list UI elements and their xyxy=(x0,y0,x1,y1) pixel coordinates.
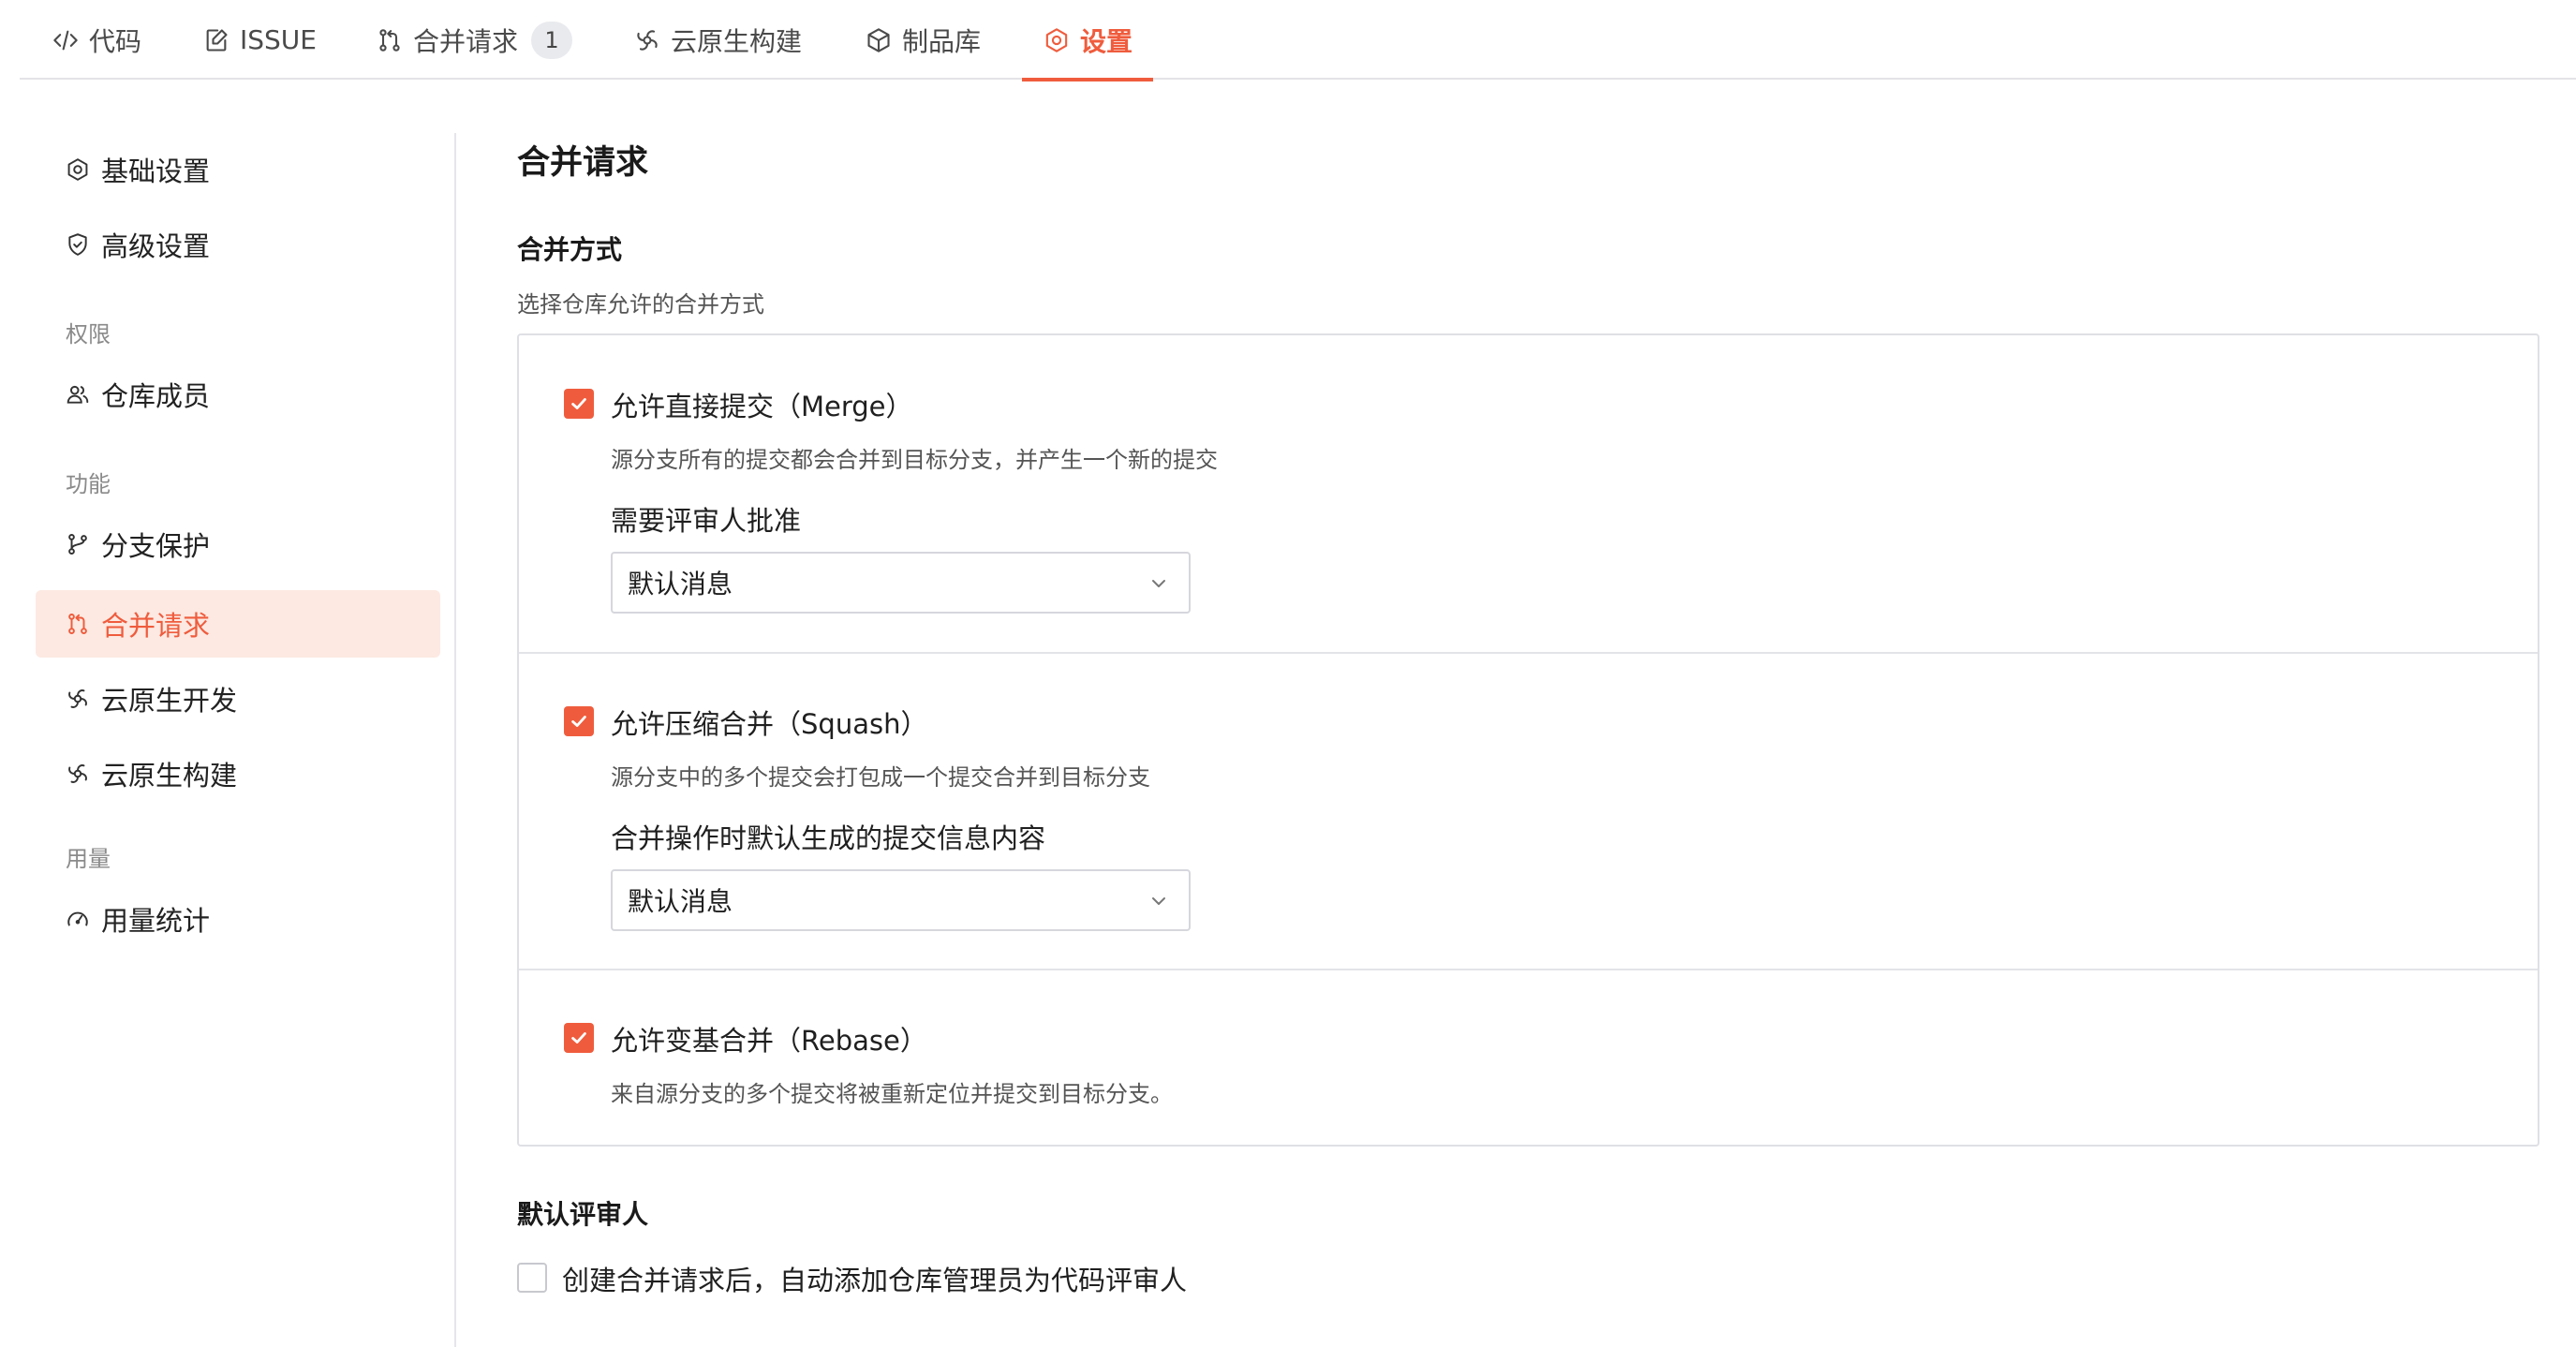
tab-label: 代码 xyxy=(89,25,142,57)
tab-label: 设置 xyxy=(1080,25,1133,57)
squash-message-label: 合并操作时默认生成的提交信息内容 xyxy=(611,822,1046,854)
rebase-option-title: 允许变基合并（Rebase） xyxy=(611,1025,927,1057)
tab-label: 合并请求 xyxy=(413,25,519,57)
branch-icon xyxy=(66,532,90,556)
sidebar-item-cloud-native-build[interactable]: 云原生构建 xyxy=(36,740,440,807)
rebase-checkbox[interactable] xyxy=(564,1023,594,1053)
sidebar-divider xyxy=(454,133,456,1347)
option-separator xyxy=(519,652,2538,654)
chevron-down-icon xyxy=(1152,580,1165,587)
sidebar-item-usage-stats[interactable]: 用量统计 xyxy=(36,885,440,953)
top-tab-bar: 代码 ISSUE 合并请求 1 云原生构建 制品库 设置 xyxy=(20,0,2576,81)
sidebar-item-branch-protection[interactable]: 分支保护 xyxy=(36,511,440,578)
tab-merge-requests[interactable]: 合并请求 1 xyxy=(376,0,573,80)
sidebar-item-advanced-settings[interactable]: 高级设置 xyxy=(36,211,440,278)
checkmark-icon xyxy=(571,1032,586,1044)
squash-option-title: 允许压缩合并（Squash） xyxy=(611,708,928,740)
tab-label: 云原生构建 xyxy=(671,25,803,57)
settings-icon xyxy=(1043,26,1071,54)
sidebar-item-label: 分支保护 xyxy=(101,530,211,562)
package-icon xyxy=(865,26,893,54)
merge-request-count-badge: 1 xyxy=(531,21,573,59)
merge-request-icon xyxy=(66,612,90,636)
members-icon xyxy=(66,382,90,407)
tab-cloud-native-build[interactable]: 云原生构建 xyxy=(633,0,802,80)
page-title: 合并请求 xyxy=(517,144,649,182)
sidebar-item-label: 用量统计 xyxy=(101,905,211,937)
merge-option-description: 源分支所有的提交都会合并到目标分支，并产生一个新的提交 xyxy=(611,447,1218,473)
tab-label: 制品库 xyxy=(902,25,982,57)
cloud-native-dev-icon xyxy=(66,687,90,711)
settings-icon xyxy=(66,157,90,182)
tab-label: ISSUE xyxy=(240,24,317,55)
sidebar-item-label: 高级设置 xyxy=(101,230,211,262)
sidebar-item-members[interactable]: 仓库成员 xyxy=(36,361,440,428)
sidebar-group-permissions: 权限 xyxy=(66,321,111,348)
sidebar-item-merge-requests[interactable]: 合并请求 xyxy=(36,590,440,658)
tab-artifacts[interactable]: 制品库 xyxy=(865,0,981,80)
merge-option-title: 允许直接提交（Merge） xyxy=(611,391,913,422)
issue-icon xyxy=(202,26,230,54)
sidebar-item-label: 云原生构建 xyxy=(101,760,238,792)
merge-methods-panel: 允许直接提交（Merge） 源分支所有的提交都会合并到目标分支，并产生一个新的提… xyxy=(517,333,2539,1147)
auto-add-reviewer-checkbox[interactable] xyxy=(517,1263,547,1293)
select-value: 默认消息 xyxy=(628,569,733,599)
squash-checkbox[interactable] xyxy=(564,706,594,736)
merge-method-title: 合并方式 xyxy=(517,234,623,265)
merge-request-icon xyxy=(376,26,404,54)
default-reviewer-title: 默认评审人 xyxy=(517,1199,649,1230)
chevron-down-icon xyxy=(1152,897,1165,905)
option-separator xyxy=(519,969,2538,970)
rebase-option-description: 来自源分支的多个提交将被重新定位并提交到目标分支。 xyxy=(611,1081,1173,1107)
shield-icon xyxy=(66,232,90,257)
merge-checkbox[interactable] xyxy=(564,389,594,419)
tab-code[interactable]: 代码 xyxy=(52,0,141,80)
select-value: 默认消息 xyxy=(628,886,733,917)
tab-settings[interactable]: 设置 xyxy=(1021,0,1154,81)
sidebar-item-label: 合并请求 xyxy=(101,610,211,642)
sidebar-group-features: 功能 xyxy=(66,471,111,497)
sidebar-item-label: 仓库成员 xyxy=(101,380,211,412)
cloud-native-build-icon xyxy=(66,762,90,786)
squash-option-description: 源分支中的多个提交会打包成一个提交合并到目标分支 xyxy=(611,764,1150,791)
sidebar-item-label: 基础设置 xyxy=(101,155,211,187)
tab-issue[interactable]: ISSUE xyxy=(202,0,317,80)
checkmark-icon xyxy=(571,398,586,409)
auto-add-reviewer-label[interactable]: 创建合并请求后，自动添加仓库管理员为代码评审人 xyxy=(562,1259,1187,1298)
merge-method-description: 选择仓库允许的合并方式 xyxy=(517,291,764,318)
code-icon xyxy=(52,26,80,54)
sidebar-item-label: 云原生开发 xyxy=(101,685,238,717)
merge-approval-select[interactable]: 默认消息 xyxy=(611,552,1191,614)
sidebar-group-usage: 用量 xyxy=(66,846,111,872)
cloud-native-build-icon xyxy=(633,26,661,54)
sidebar-item-cloud-native-dev[interactable]: 云原生开发 xyxy=(36,665,440,733)
sidebar-item-basic-settings[interactable]: 基础设置 xyxy=(36,136,440,203)
merge-approval-label: 需要评审人批准 xyxy=(611,505,802,537)
squash-message-select[interactable]: 默认消息 xyxy=(611,869,1191,931)
checkmark-icon xyxy=(571,716,586,727)
gauge-icon xyxy=(66,907,90,931)
